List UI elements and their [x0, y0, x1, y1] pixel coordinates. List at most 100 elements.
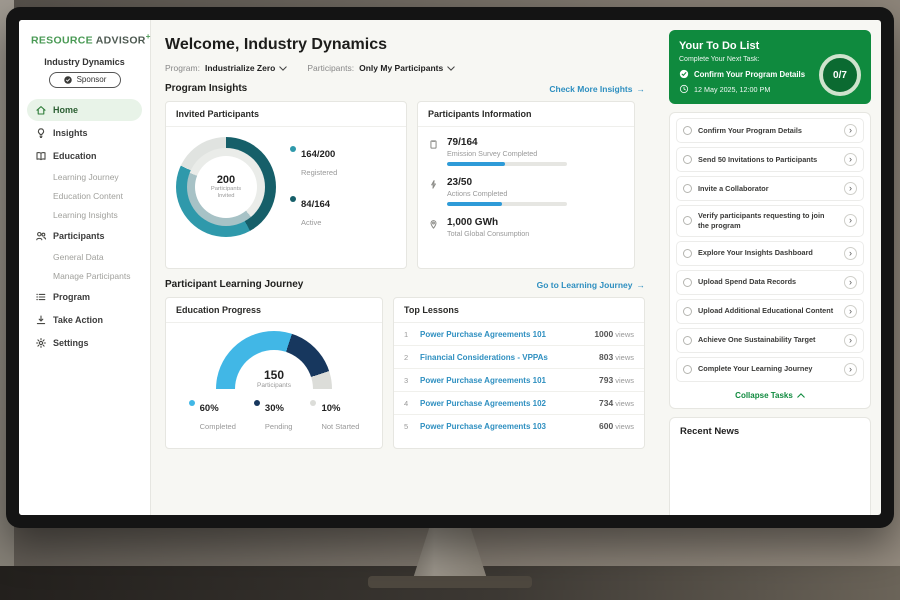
- recent-news-title: Recent News: [680, 426, 860, 437]
- legend-not-started: 10% Not Started: [310, 398, 359, 434]
- sponsor-badge[interactable]: Sponsor: [49, 72, 121, 88]
- chevron-right-icon[interactable]: ›: [844, 363, 857, 376]
- legend-dot: [290, 146, 296, 152]
- go-to-learning-journey-link[interactable]: Go to Learning Journey →: [537, 280, 645, 290]
- task-checkbox[interactable]: [683, 365, 692, 374]
- participants-filter: Participants: Only My Participants: [307, 63, 455, 73]
- program-filter: Program: Industrialize Zero: [165, 63, 287, 73]
- lessons-list: 1 Power Purchase Agreements 101 1000view…: [394, 323, 644, 437]
- people-icon: [35, 230, 47, 242]
- participants-filter-dropdown[interactable]: Only My Participants: [359, 63, 455, 73]
- lesson-row: 5 Power Purchase Agreements 103 600views: [394, 415, 644, 437]
- chevron-down-icon: [279, 66, 287, 71]
- task-row[interactable]: Invite a Collaborator ›: [676, 176, 864, 201]
- legend-active: 84/164 Active: [290, 194, 337, 230]
- collapse-tasks-button[interactable]: Collapse Tasks: [676, 386, 864, 406]
- home-icon: [35, 104, 47, 116]
- lesson-link[interactable]: Financial Considerations - VPPAs: [420, 353, 591, 362]
- card-title: Participants Information: [418, 102, 634, 127]
- stat-actions: 23/50 Actions Completed: [428, 177, 624, 206]
- lesson-row: 1 Power Purchase Agreements 101 1000view…: [394, 323, 644, 346]
- gear-icon: [35, 337, 47, 349]
- sidebar-item-manage-participants[interactable]: Manage Participants: [27, 267, 142, 285]
- learning-journey-header: Participant Learning Journey Go to Learn…: [165, 279, 645, 290]
- task-checkbox[interactable]: [683, 155, 692, 164]
- chevron-right-icon[interactable]: ›: [844, 214, 857, 227]
- top-lessons-card: Top Lessons 1 Power Purchase Agreements …: [393, 297, 645, 449]
- task-checkbox[interactable]: [683, 216, 692, 225]
- legend-dot: [254, 400, 260, 406]
- bolt-icon: [428, 179, 439, 190]
- sidebar-item-home[interactable]: Home: [27, 99, 142, 121]
- chevron-up-icon: [797, 393, 805, 398]
- main-content: Welcome, Industry Dynamics Program: Indu…: [151, 20, 659, 515]
- chevron-right-icon[interactable]: ›: [844, 182, 857, 195]
- check-more-insights-link[interactable]: Check More Insights →: [549, 84, 645, 94]
- chevron-right-icon[interactable]: ›: [844, 305, 857, 318]
- filter-bar: Program: Industrialize Zero Participants…: [165, 63, 645, 73]
- dashboard-screen: RESOURCE ADVISOR+ Industry Dynamics Spon…: [19, 20, 881, 515]
- lesson-link[interactable]: Power Purchase Agreements 103: [420, 422, 591, 431]
- chevron-right-icon[interactable]: ›: [844, 247, 857, 260]
- chevron-right-icon[interactable]: ›: [844, 124, 857, 137]
- legend-dot: [189, 400, 195, 406]
- task-row[interactable]: Confirm Your Program Details ›: [676, 118, 864, 143]
- sidebar-item-insights[interactable]: Insights: [27, 122, 142, 144]
- download-icon: [35, 314, 47, 326]
- task-checkbox[interactable]: [683, 278, 692, 287]
- sidebar-item-learning-journey[interactable]: Learning Journey: [27, 168, 142, 186]
- participants-info-card: Participants Information 79/164 Emission…: [417, 101, 635, 269]
- task-checkbox[interactable]: [683, 126, 692, 135]
- lesson-link[interactable]: Power Purchase Agreements 101: [420, 376, 591, 385]
- education-gauge-center: 150 Participants: [216, 368, 332, 389]
- lesson-link[interactable]: Power Purchase Agreements 102: [420, 399, 591, 408]
- section-title: Program Insights: [165, 83, 247, 94]
- sidebar-item-general-data[interactable]: General Data: [27, 248, 142, 266]
- todo-panel: Your To Do List Complete Your Next Task:…: [659, 20, 881, 515]
- sidebar-item-learning-insights[interactable]: Learning Insights: [27, 206, 142, 224]
- todo-next-task[interactable]: Confirm Your Program Details: [679, 69, 817, 79]
- sidebar-item-education-content[interactable]: Education Content: [27, 187, 142, 205]
- location-pin-icon: [428, 219, 439, 230]
- chevron-right-icon[interactable]: ›: [844, 334, 857, 347]
- insights-cards-row: Invited Participants 200 Participants In…: [165, 101, 645, 269]
- task-checkbox[interactable]: [683, 184, 692, 193]
- task-row[interactable]: Achieve One Sustainability Target ›: [676, 328, 864, 353]
- task-checkbox[interactable]: [683, 307, 692, 316]
- sidebar: RESOURCE ADVISOR+ Industry Dynamics Spon…: [19, 20, 151, 515]
- lesson-row: 4 Power Purchase Agreements 102 734views: [394, 392, 644, 415]
- chevron-right-icon[interactable]: ›: [844, 153, 857, 166]
- lightbulb-icon: [35, 127, 47, 139]
- task-row[interactable]: Explore Your Insights Dashboard ›: [676, 241, 864, 266]
- task-row[interactable]: Send 50 Invitations to Participants ›: [676, 147, 864, 172]
- monitor-stand-base: [368, 576, 532, 588]
- sidebar-item-program[interactable]: Program: [27, 286, 142, 308]
- task-row[interactable]: Upload Spend Data Records ›: [676, 270, 864, 295]
- sidebar-item-take-action[interactable]: Take Action: [27, 309, 142, 331]
- card-title: Top Lessons: [394, 298, 644, 323]
- sidebar-item-participants[interactable]: Participants: [27, 225, 142, 247]
- invited-donut-center: 200 Participants Invited: [195, 156, 257, 218]
- invited-legend: 164/200 Registered 84/164 Active: [290, 144, 337, 230]
- task-row[interactable]: Verify participants requesting to join t…: [676, 205, 864, 237]
- chevron-down-icon: [447, 66, 455, 71]
- task-checkbox[interactable]: [683, 249, 692, 258]
- sidebar-item-education[interactable]: Education: [27, 145, 142, 167]
- arrow-right-icon: →: [637, 280, 646, 290]
- stat-consumption: 1,000 GWh Total Global Consumption: [428, 217, 624, 242]
- logo-plus: +: [146, 32, 151, 41]
- legend-registered: 164/200 Registered: [290, 144, 337, 180]
- task-row[interactable]: Upload Additional Educational Content ›: [676, 299, 864, 324]
- legend-dot: [310, 400, 316, 406]
- section-title: Participant Learning Journey: [165, 279, 303, 290]
- task-row[interactable]: Complete Your Learning Journey ›: [676, 357, 864, 382]
- task-checkbox[interactable]: [683, 336, 692, 345]
- chevron-right-icon[interactable]: ›: [844, 276, 857, 289]
- progress-fill: [447, 202, 502, 206]
- program-filter-dropdown[interactable]: Industrialize Zero: [205, 63, 287, 73]
- legend-pending: 30% Pending: [254, 398, 293, 434]
- lesson-link[interactable]: Power Purchase Agreements 101: [420, 330, 586, 339]
- sidebar-item-settings[interactable]: Settings: [27, 332, 142, 354]
- card-title: Education Progress: [166, 298, 382, 323]
- sidebar-nav: Home Insights Education Learning Journey…: [27, 98, 142, 355]
